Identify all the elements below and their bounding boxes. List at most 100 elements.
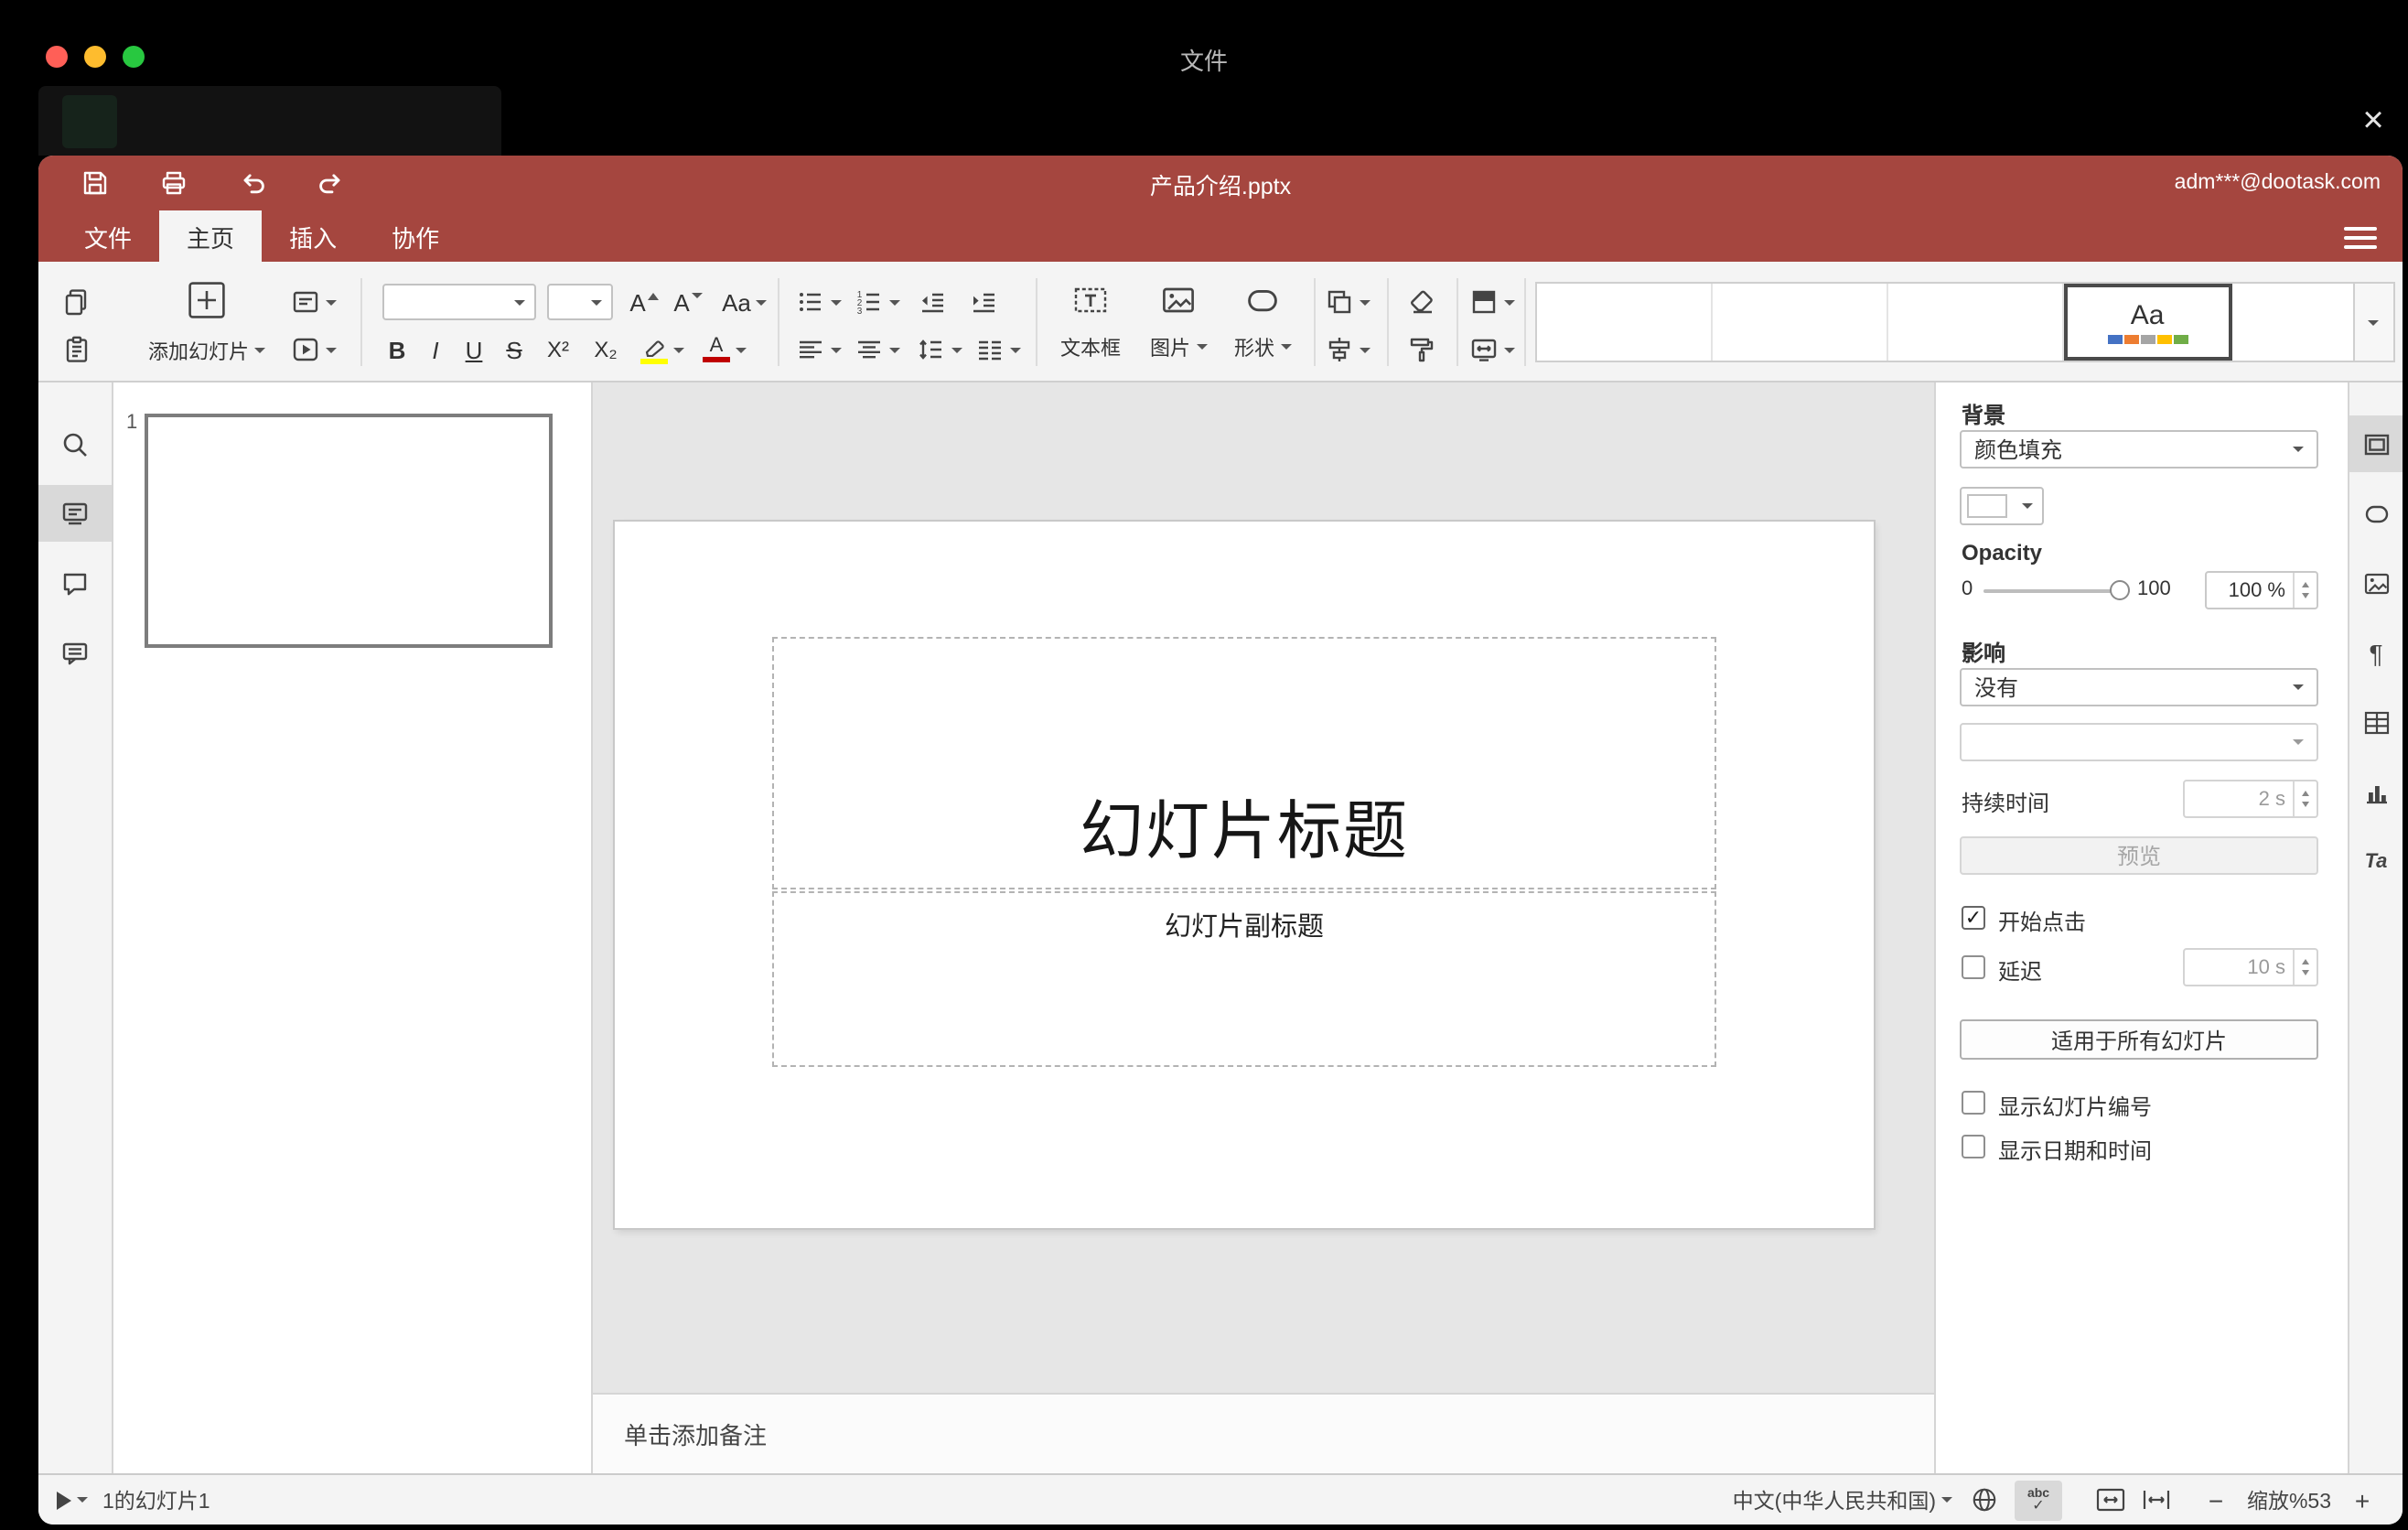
theme-item[interactable] (1537, 284, 1713, 361)
color-scheme-button[interactable] (1466, 284, 1517, 320)
slide[interactable]: 幻灯片标题 幻灯片副标题 (615, 522, 1874, 1228)
show-slide-number-checkbox[interactable] (1962, 1091, 1985, 1115)
chevron-down-icon (2293, 684, 2304, 690)
add-slide-icon (187, 279, 227, 329)
title-placeholder[interactable]: 幻灯片标题 (772, 637, 1716, 889)
spinner-icon[interactable] (2293, 950, 2317, 985)
vertical-align-button[interactable] (851, 331, 902, 368)
start-on-click-checkbox[interactable]: ✓ (1962, 906, 1985, 930)
clear-style-button[interactable] (1396, 284, 1447, 320)
slide-size-button[interactable] (1466, 331, 1517, 368)
subtitle-placeholder[interactable]: 幻灯片副标题 (772, 891, 1716, 1067)
copy-button[interactable] (53, 284, 101, 320)
highlight-color-button[interactable] (635, 331, 690, 368)
bullets-button[interactable] (792, 284, 844, 320)
modal-close-button[interactable]: × (2348, 95, 2399, 146)
effect-type-select[interactable] (1960, 723, 2318, 761)
slide-layout-button[interactable] (280, 284, 346, 320)
tab-home[interactable]: 主页 (159, 210, 263, 262)
fit-to-slide-button[interactable] (2095, 1486, 2126, 1514)
set-language-button[interactable] (1971, 1486, 1998, 1514)
decrease-indent-button[interactable] (913, 284, 953, 320)
insert-shape-button[interactable]: 形状 (1220, 269, 1305, 375)
decrease-font-button[interactable]: A (668, 284, 708, 320)
editor-header: 产品介绍.pptx adm***@dootask.com (38, 156, 2403, 210)
spinner-icon[interactable] (2293, 573, 2317, 608)
increase-font-button[interactable]: A (624, 284, 664, 320)
increase-indent-button[interactable] (964, 284, 1005, 320)
theme-item-selected[interactable]: Aa (2063, 284, 2232, 361)
opacity-input[interactable]: 100 % (2205, 571, 2318, 609)
slides-panel-button[interactable] (38, 485, 112, 542)
tab-insert[interactable]: 插入 (262, 210, 364, 262)
subscript-button[interactable]: X₂ (584, 331, 628, 368)
save-button[interactable] (79, 168, 112, 198)
paragraph-settings-button[interactable]: ¶ (2349, 624, 2403, 681)
undo-button[interactable] (236, 168, 269, 198)
theme-gallery-expand-button[interactable] (2352, 284, 2393, 361)
delay-value: 10 s (2247, 956, 2285, 978)
delay-input[interactable]: 10 s (2183, 948, 2318, 986)
italic-button[interactable]: I (419, 331, 452, 368)
textart-settings-button[interactable]: Ta (2349, 833, 2403, 889)
columns-button[interactable] (972, 331, 1023, 368)
line-spacing-button[interactable] (913, 331, 964, 368)
zoom-out-button[interactable]: − (2201, 1485, 2231, 1514)
delay-checkbox[interactable] (1962, 955, 1985, 979)
add-slide-button[interactable]: 添加幻灯片 (130, 269, 284, 375)
spinner-icon[interactable] (2293, 781, 2317, 816)
spellcheck-button[interactable]: abc ✓ (2015, 1480, 2062, 1520)
copy-style-button[interactable] (1396, 331, 1447, 368)
insert-image-button[interactable]: 图片 (1140, 269, 1217, 375)
chart-settings-button[interactable] (2349, 763, 2403, 820)
preview-button[interactable]: 预览 (1960, 836, 2318, 875)
insert-textbox-button[interactable]: 文本框 (1048, 269, 1133, 375)
paste-button[interactable] (53, 331, 101, 368)
theme-item[interactable] (2231, 284, 2353, 361)
image-settings-button[interactable] (2349, 555, 2403, 611)
font-color-button[interactable]: A (697, 331, 752, 368)
start-slideshow-status-button[interactable] (57, 1491, 88, 1509)
notes-input[interactable]: 单击添加备注 (593, 1393, 1934, 1473)
chevron-down-icon (1503, 299, 1514, 305)
fit-to-width-button[interactable] (2141, 1486, 2172, 1514)
chat-button[interactable] (38, 624, 112, 681)
strikethrough-button[interactable]: S (496, 331, 532, 368)
font-name-select[interactable] (382, 284, 536, 320)
slide-thumbnail[interactable] (145, 414, 553, 648)
tab-file[interactable]: 文件 (57, 210, 159, 262)
highlight-icon (640, 336, 668, 363)
align-shape-button[interactable] (1319, 331, 1374, 368)
effect-value: 没有 (1974, 675, 2019, 701)
slide-settings-button[interactable] (2349, 415, 2403, 472)
arrange-shape-button[interactable] (1319, 284, 1374, 320)
effect-select[interactable]: 没有 (1960, 668, 2318, 706)
opacity-slider[interactable] (2110, 580, 2130, 600)
underline-button[interactable]: U (456, 331, 492, 368)
fill-color-select[interactable] (1960, 487, 2044, 525)
superscript-button[interactable]: X² (536, 331, 580, 368)
fill-type-select[interactable]: 颜色填充 (1960, 430, 2318, 469)
bold-button[interactable]: B (379, 331, 415, 368)
comments-button[interactable] (38, 555, 112, 611)
zoom-in-button[interactable]: + (2348, 1485, 2377, 1514)
language-select[interactable]: 中文(中华人民共和国) (1733, 1485, 1952, 1514)
numbering-button[interactable]: 123 (851, 284, 902, 320)
duration-input[interactable]: 2 s (2183, 780, 2318, 818)
theme-item[interactable] (1712, 284, 1888, 361)
search-button[interactable] (38, 415, 112, 472)
shape-settings-button[interactable] (2349, 485, 2403, 542)
redo-button[interactable] (315, 168, 348, 198)
print-button[interactable] (157, 168, 190, 198)
tab-collaboration[interactable]: 协作 (364, 210, 467, 262)
theme-item[interactable] (1887, 284, 2064, 361)
start-slideshow-button[interactable] (280, 331, 346, 368)
change-case-button[interactable]: Aa (715, 284, 774, 320)
duration-label: 持续时间 (1962, 791, 2050, 816)
apply-to-all-slides-button[interactable]: 适用于所有幻灯片 (1960, 1019, 2318, 1060)
menu-icon[interactable] (2344, 227, 2377, 249)
show-date-time-checkbox[interactable] (1962, 1135, 1985, 1158)
horizontal-align-button[interactable] (792, 331, 844, 368)
table-settings-button[interactable] (2349, 694, 2403, 750)
font-size-select[interactable] (547, 284, 613, 320)
